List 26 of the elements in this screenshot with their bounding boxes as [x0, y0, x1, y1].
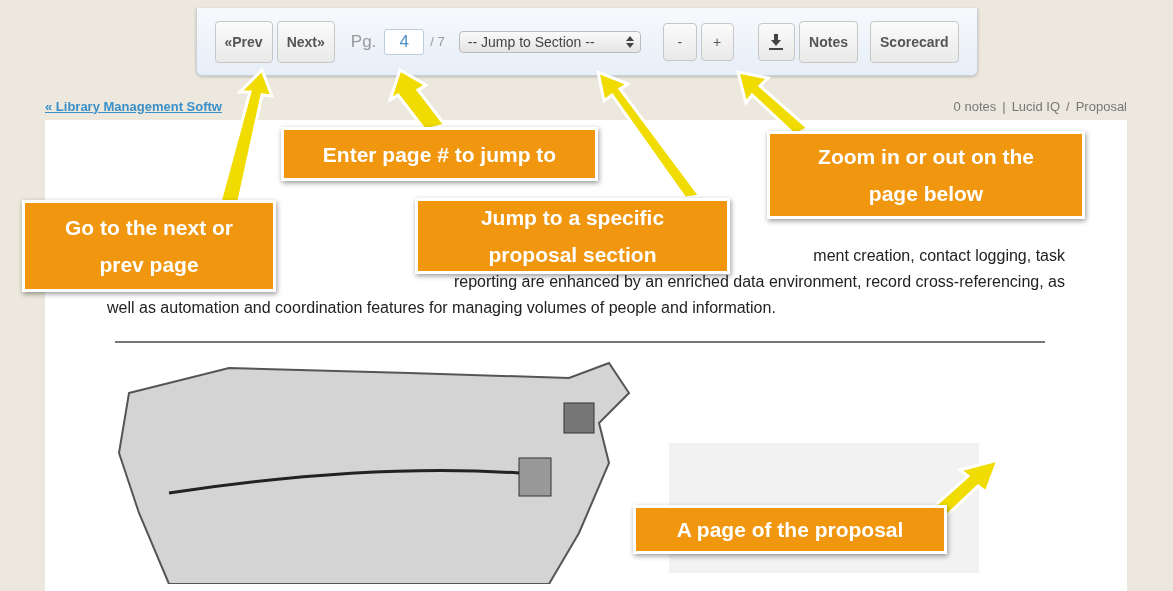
paragraph-line: well as automation and coordination features for managing volumes of people and information. [107, 298, 776, 318]
callout-note: A page of the proposal [633, 505, 947, 554]
page-name: Proposal [1075, 98, 1127, 114]
notes-count: 0 notes [953, 98, 997, 114]
download-button[interactable] [757, 22, 796, 61]
callout-note: Go to the next or prev page [22, 200, 276, 292]
page-total: / 7 [430, 34, 445, 49]
paragraph-line: ment creation, contact logging, task [813, 246, 1065, 266]
separator: | [1002, 98, 1006, 114]
separator: / [1066, 98, 1070, 114]
next-button[interactable]: Next» [276, 20, 335, 63]
download-icon [768, 32, 785, 51]
callout-note: Enter page # to jump to [281, 127, 598, 181]
scorecard-button[interactable]: Scorecard [870, 20, 959, 63]
zoom-in-button[interactable]: + [700, 22, 734, 61]
paragraph-line: reporting are enhanced by an enriched data environment, record cross-referencing, as [454, 272, 1065, 292]
page-input[interactable]: 4 [384, 28, 425, 55]
page-label: Pg. [350, 31, 377, 52]
section-select[interactable]: -- Jump to Section -- [458, 30, 642, 53]
callout-note: Zoom in or out on the page below [767, 131, 1085, 219]
prev-button[interactable]: «Prev [214, 20, 273, 63]
notes-button[interactable]: Notes [799, 20, 858, 63]
updown-arrows-icon [626, 35, 635, 48]
zoom-out-button[interactable]: - [663, 22, 697, 61]
callout-note: Jump to a specific proposal section [415, 198, 730, 274]
company-name: Lucid IQ [1011, 98, 1061, 114]
